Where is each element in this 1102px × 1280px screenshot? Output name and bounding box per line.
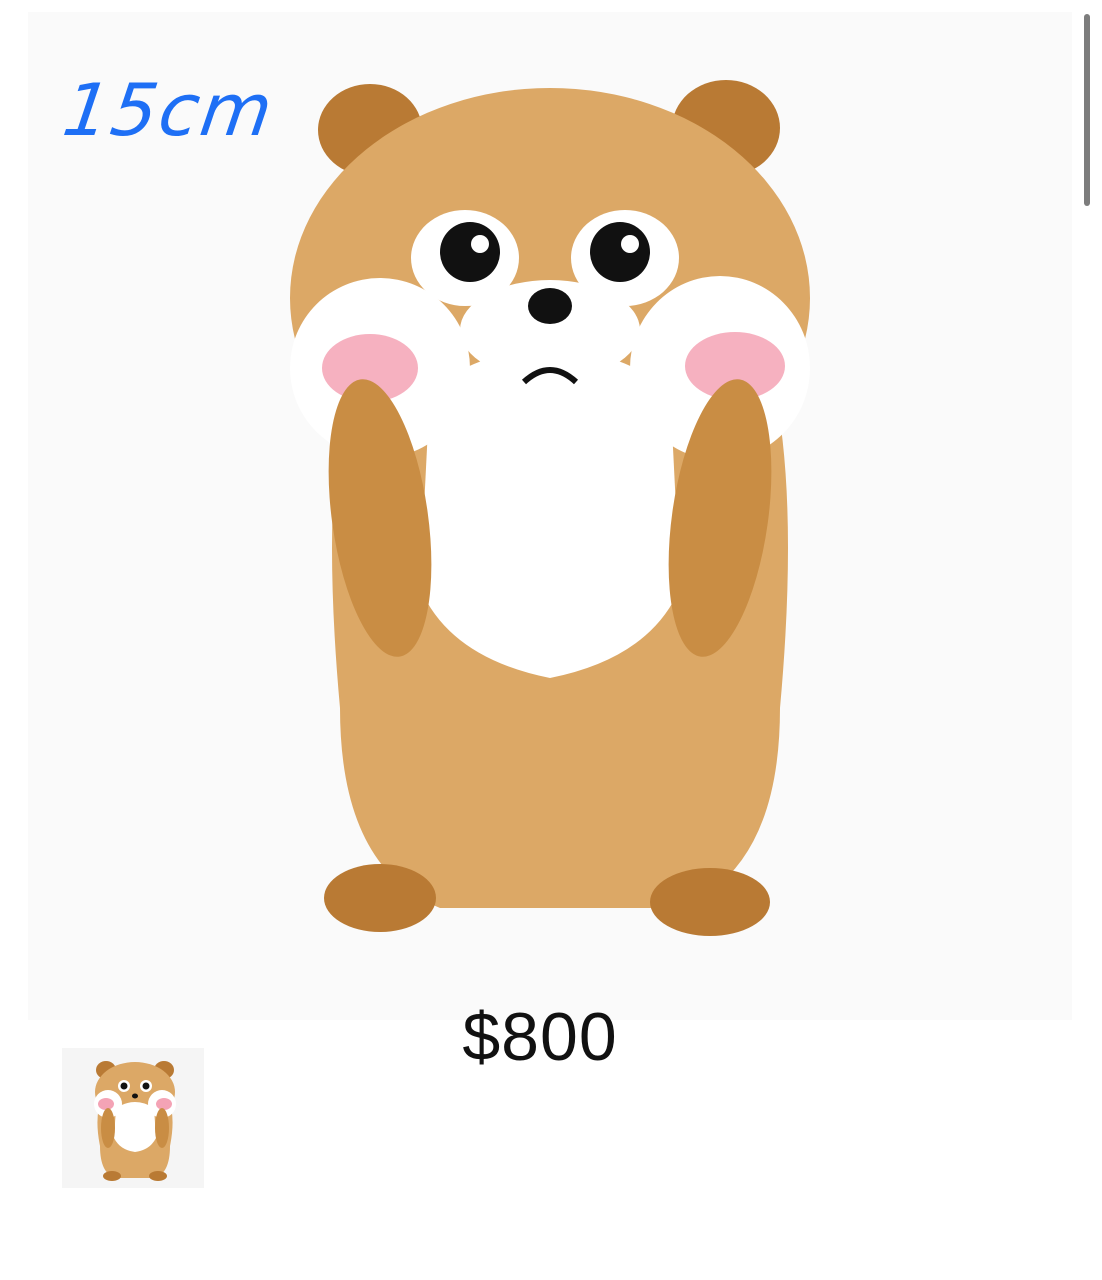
left-foot — [324, 864, 436, 932]
nose — [528, 288, 572, 324]
scrollbar[interactable] — [1084, 14, 1090, 206]
right-eye-shine — [621, 235, 639, 253]
right-eye — [590, 222, 650, 282]
belly — [420, 348, 680, 678]
right-foot — [650, 868, 770, 936]
left-eye — [440, 222, 500, 282]
left-eye-shine — [471, 235, 489, 253]
size-note: 15cm — [58, 68, 280, 152]
hamster-thumbnail-icon — [94, 1061, 176, 1181]
hamster-plush-icon — [290, 80, 810, 936]
product-thumbnail[interactable] — [62, 1048, 204, 1188]
